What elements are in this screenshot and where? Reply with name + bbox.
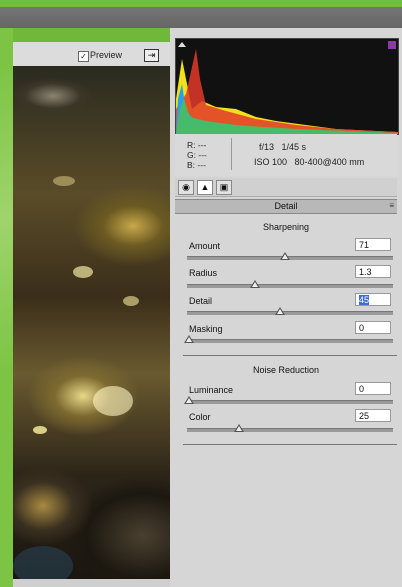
masking-field[interactable]: 0 — [355, 321, 391, 334]
amount-label: Amount — [189, 241, 221, 251]
radius-label: Radius — [189, 268, 218, 278]
preview-checkbox[interactable]: ✓ — [78, 51, 89, 62]
detail-label: Detail — [189, 296, 213, 306]
preview-toolbar: ✓ Preview ⇥ — [13, 42, 170, 67]
iso-lens-info: ISO 100 80-400@400 mm — [254, 157, 365, 167]
fullscreen-toggle-icon[interactable]: ⇥ — [144, 49, 159, 62]
histogram — [175, 38, 399, 135]
section-divider — [183, 444, 397, 445]
color-label: Color — [189, 412, 211, 422]
image-preview[interactable] — [13, 66, 170, 579]
detail-triangle-icon[interactable]: ▲ — [197, 180, 213, 195]
amount-field[interactable]: 71 — [355, 238, 391, 251]
slider-thumb[interactable] — [184, 396, 194, 404]
rgb-readout: R: --- G: --- B: --- — [187, 140, 207, 170]
green-stripe — [0, 0, 402, 7]
color-slider[interactable] — [187, 424, 393, 432]
panel-title: Detail — [274, 201, 298, 211]
radius-slider[interactable] — [187, 280, 393, 288]
slider-thumb[interactable] — [280, 252, 290, 260]
radius-field[interactable]: 1.3 — [355, 265, 391, 278]
preview-status-bar — [13, 579, 170, 587]
aperture-icon[interactable]: ◉ — [178, 180, 194, 195]
panel-tabs: ◉ ▲ ▣ — [175, 178, 397, 197]
camera-info: R: --- G: --- B: --- f/13 1/45 s ISO 100… — [175, 134, 397, 176]
luminance-label: Luminance — [189, 385, 234, 395]
panel-header: Detail ≡ — [175, 199, 397, 214]
luminance-field[interactable]: 0 — [355, 382, 391, 395]
slider-thumb[interactable] — [184, 335, 194, 343]
detail-slider[interactable] — [187, 307, 393, 315]
preview-label: Preview — [90, 50, 123, 60]
left-margin — [0, 28, 13, 587]
noise-reduction-title: Noise Reduction — [252, 365, 320, 375]
slider-thumb[interactable] — [234, 424, 244, 432]
exposure-info: f/13 1/45 s — [259, 142, 307, 152]
histogram-graph — [176, 41, 398, 134]
slider-thumb[interactable] — [275, 307, 285, 315]
color-field[interactable]: 25 — [355, 409, 391, 422]
camera-icon[interactable]: ▣ — [216, 180, 232, 195]
slider-thumb[interactable] — [250, 280, 260, 288]
section-divider — [183, 355, 397, 356]
amount-slider[interactable] — [187, 252, 393, 260]
luminance-slider[interactable] — [184, 396, 393, 404]
detail-field[interactable]: 45 — [355, 293, 391, 306]
masking-label: Masking — [189, 324, 223, 334]
panel-menu-icon[interactable]: ≡ — [389, 201, 394, 210]
sharpening-title: Sharpening — [262, 222, 310, 232]
masking-slider[interactable] — [184, 335, 393, 343]
